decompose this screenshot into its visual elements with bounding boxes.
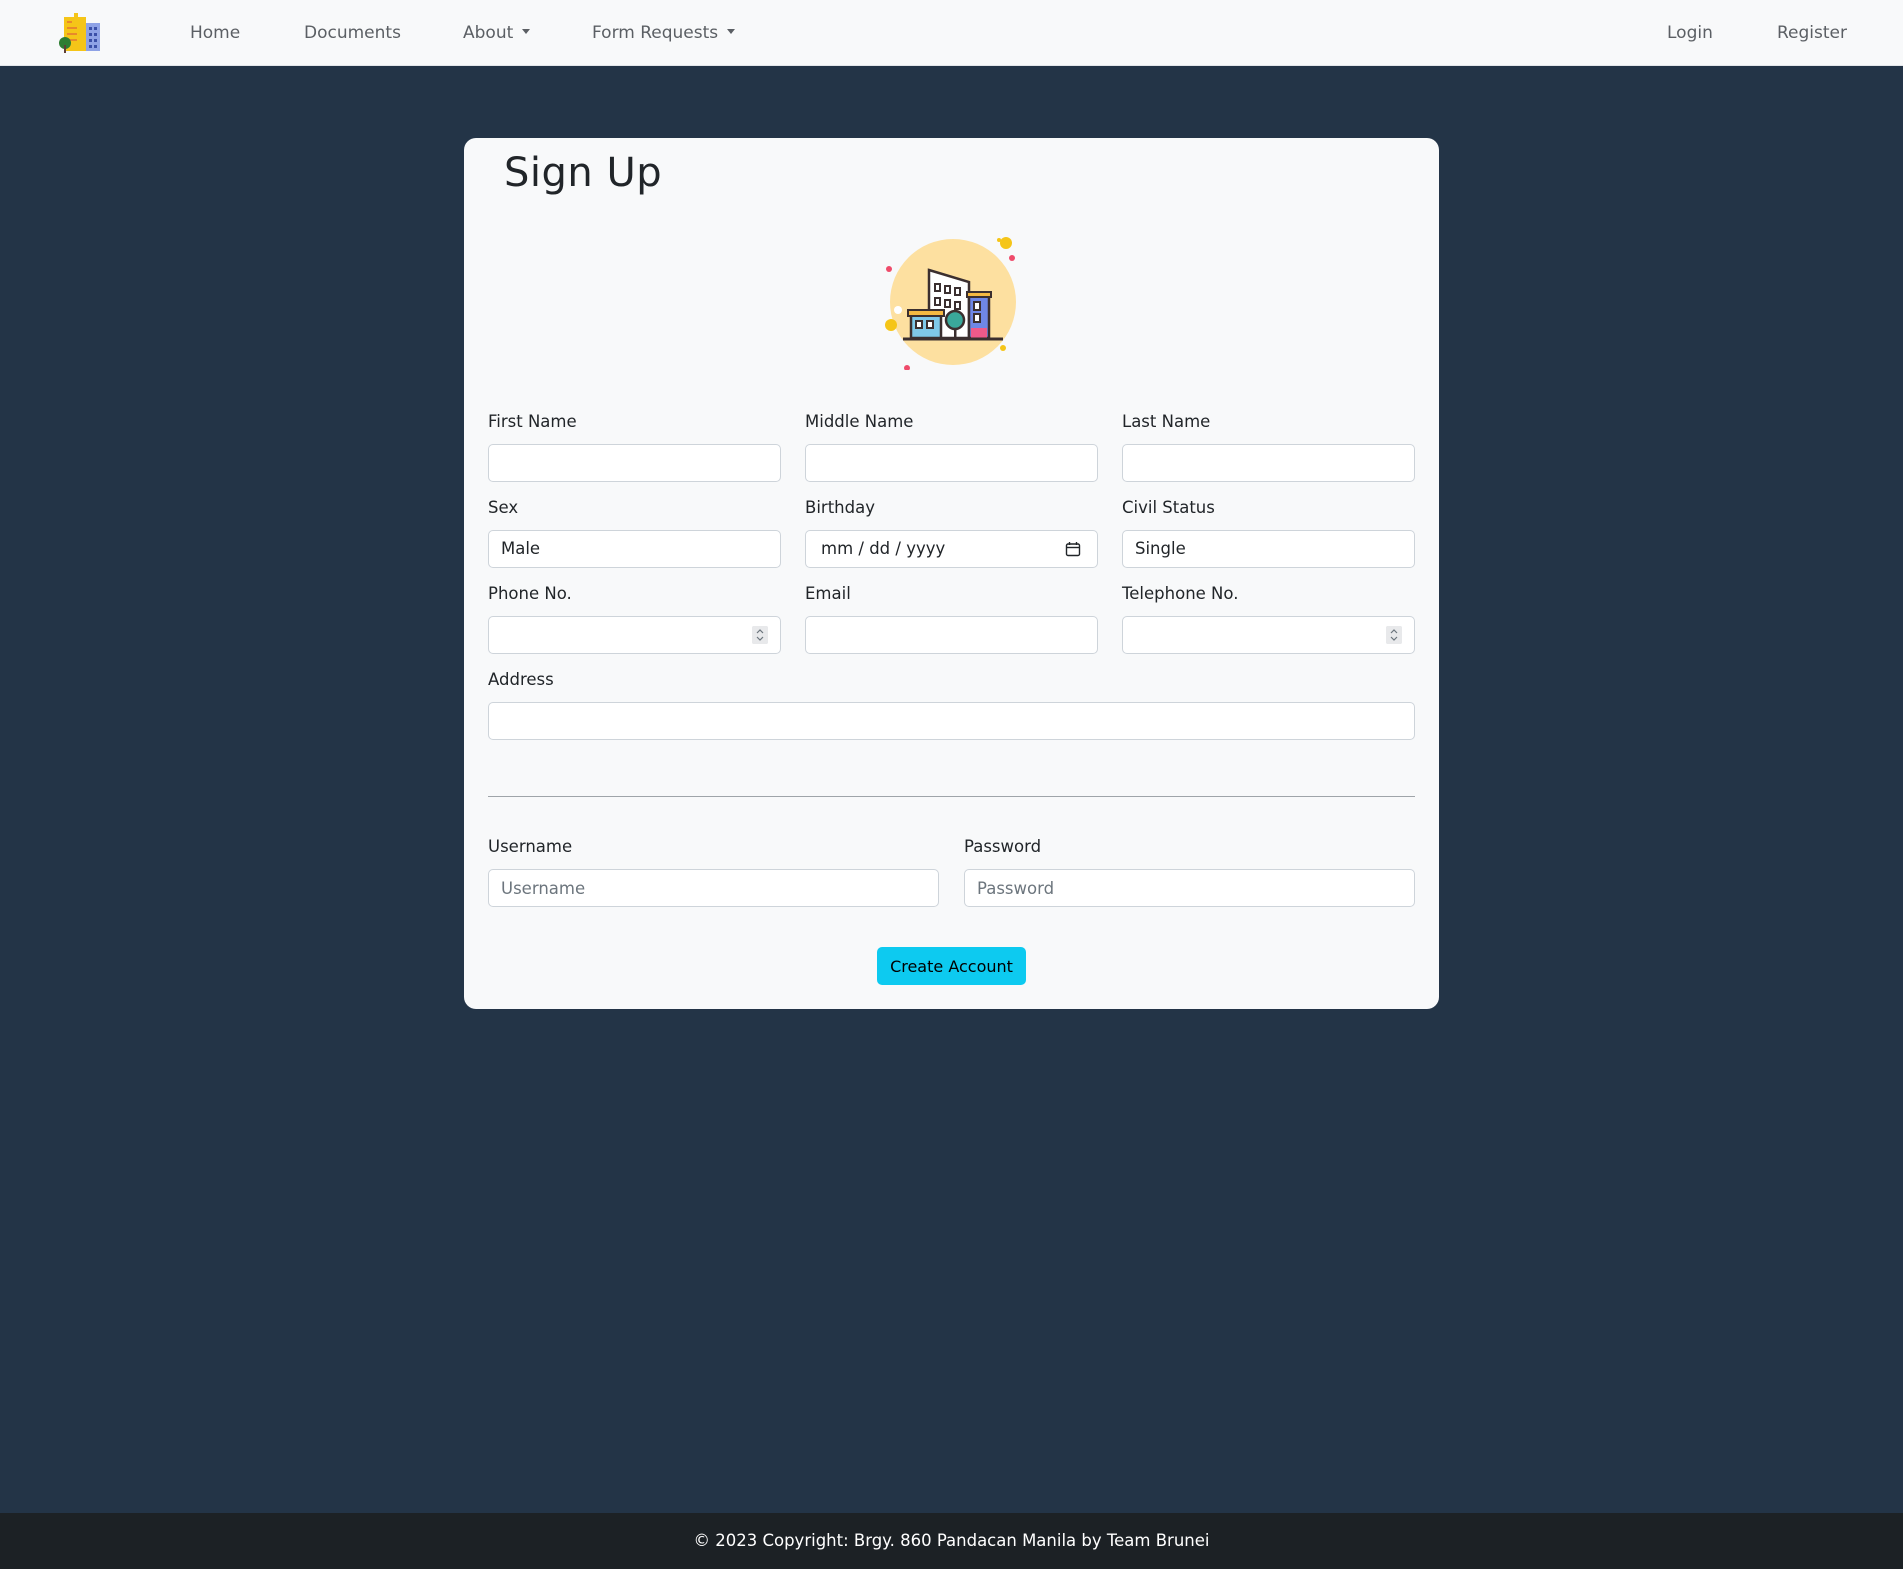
- page-footer: © 2023 Copyright: Brgy. 860 Pandacan Man…: [0, 1513, 1903, 1569]
- top-navbar: Home Documents About Form Requests Login…: [0, 0, 1903, 66]
- sex-label: Sex: [488, 498, 519, 517]
- birthday-date-input[interactable]: mm / dd / yyyy: [805, 530, 1098, 568]
- nav-form-requests-label: Form Requests: [592, 23, 719, 43]
- telephone-label: Telephone No.: [1122, 584, 1239, 603]
- nav-register[interactable]: Register: [1777, 0, 1847, 66]
- username-label: Username: [488, 837, 573, 856]
- nav-login[interactable]: Login: [1667, 0, 1713, 66]
- number-spinner-icon[interactable]: [752, 626, 768, 644]
- caret-down-icon: [727, 29, 736, 34]
- civil-status-input[interactable]: Single: [1122, 530, 1415, 568]
- first-name-input[interactable]: [488, 444, 781, 482]
- middle-name-label: Middle Name: [805, 412, 914, 431]
- birthday-placeholder: mm / dd / yyyy: [821, 539, 946, 558]
- address-label: Address: [488, 670, 554, 689]
- city-buildings-illustration-icon: [885, 237, 1016, 370]
- civil-status-label: Civil Status: [1122, 498, 1215, 517]
- form-divider: [488, 796, 1415, 797]
- page-title: Sign Up: [504, 150, 663, 196]
- password-label: Password: [964, 837, 1042, 856]
- nav-documents-label: Documents: [304, 23, 401, 43]
- nav-about-label: About: [463, 23, 514, 43]
- create-account-button[interactable]: Create Account: [877, 947, 1026, 985]
- last-name-input[interactable]: [1122, 444, 1415, 482]
- nav-login-label: Login: [1667, 23, 1713, 43]
- phone-number-input[interactable]: [488, 616, 781, 654]
- email-label: Email: [805, 584, 851, 603]
- caret-down-icon: [522, 29, 531, 34]
- email-input[interactable]: [805, 616, 1098, 654]
- first-name-label: First Name: [488, 412, 577, 431]
- civil-status-value: Single: [1135, 539, 1186, 558]
- nav-form-requests-dropdown[interactable]: Form Requests: [592, 0, 736, 66]
- phone-label: Phone No.: [488, 584, 572, 603]
- nav-about-dropdown[interactable]: About: [463, 0, 531, 66]
- sex-value: Male: [501, 539, 541, 558]
- number-spinner-icon[interactable]: [1386, 626, 1402, 644]
- nav-documents[interactable]: Documents: [304, 0, 401, 66]
- password-input[interactable]: [964, 869, 1415, 907]
- nav-home-label: Home: [190, 23, 241, 43]
- signup-card: Sign Up First Name Middle Name Last Name…: [464, 138, 1439, 1009]
- address-input[interactable]: [488, 702, 1415, 740]
- last-name-label: Last Name: [1122, 412, 1211, 431]
- nav-home[interactable]: Home: [190, 0, 240, 66]
- telephone-number-input[interactable]: [1122, 616, 1415, 654]
- city-buildings-logo-icon: [59, 13, 100, 53]
- sex-input[interactable]: Male: [488, 530, 781, 568]
- middle-name-input[interactable]: [805, 444, 1098, 482]
- username-input[interactable]: [488, 869, 939, 907]
- copyright-text: © 2023 Copyright: Brgy. 860 Pandacan Man…: [693, 1531, 1210, 1550]
- brand-logo[interactable]: [58, 11, 106, 55]
- nav-register-label: Register: [1777, 23, 1847, 43]
- calendar-icon[interactable]: [1065, 541, 1081, 557]
- birthday-label: Birthday: [805, 498, 875, 517]
